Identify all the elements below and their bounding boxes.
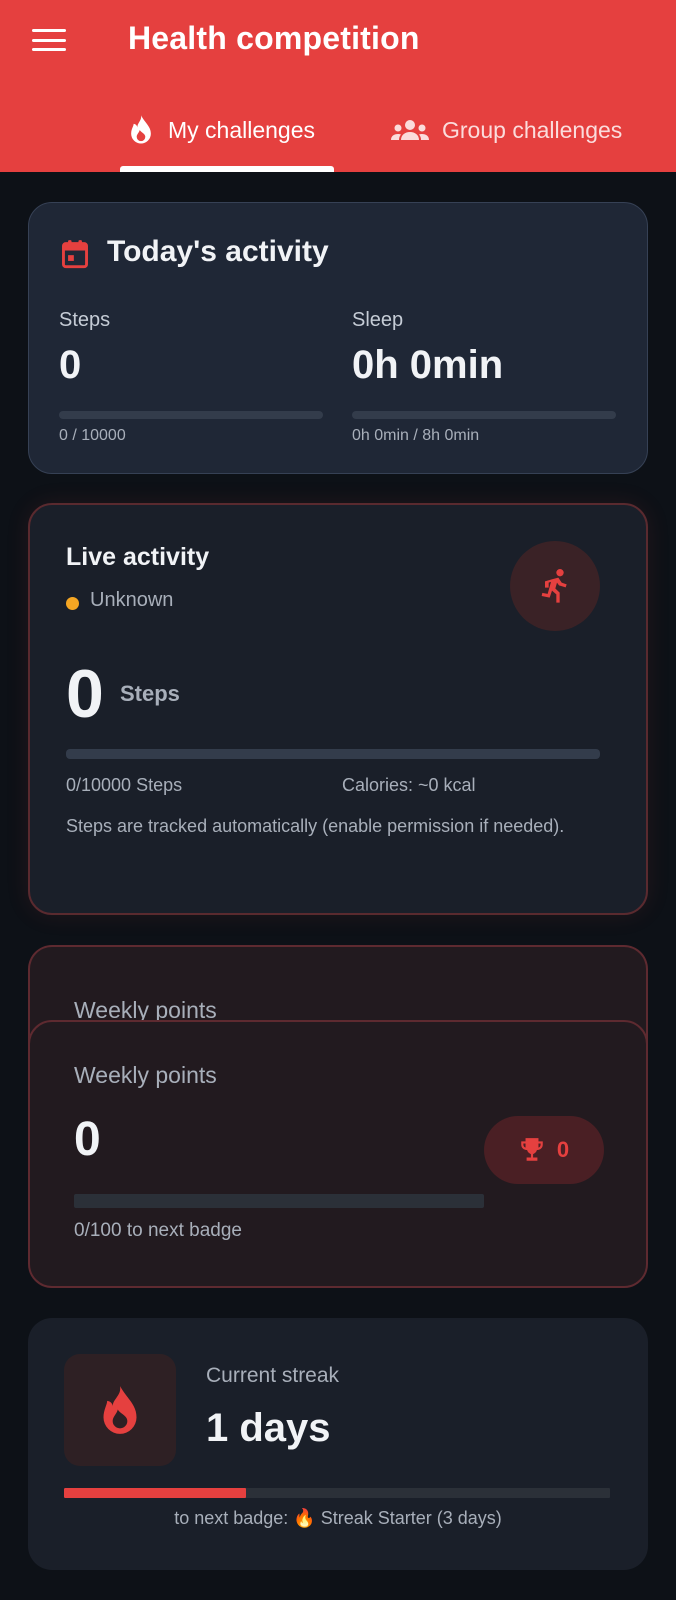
card-title: Live activity xyxy=(66,543,210,571)
live-steps-unit: Steps xyxy=(120,681,180,706)
trophy-badge: 0 xyxy=(484,1116,604,1184)
steps-progress-text: 0 / 10000 xyxy=(59,427,126,444)
active-tab-indicator xyxy=(120,166,334,172)
steps-label: Steps xyxy=(59,309,111,331)
tab-group-challenges[interactable]: Group challenges xyxy=(390,108,622,152)
steps-progress-bar xyxy=(59,411,323,419)
run-icon-badge xyxy=(510,541,600,631)
streak-progress-fill xyxy=(64,1488,246,1498)
sleep-progress-bar xyxy=(352,411,616,419)
tab-my-challenges[interactable]: My challenges xyxy=(126,108,315,152)
page-title: Health competition xyxy=(128,20,420,56)
calories-text: Calories: ~0 kcal xyxy=(342,775,476,795)
running-icon xyxy=(541,569,567,603)
next-badge-text: 0/100 to next badge xyxy=(74,1220,242,1241)
live-steps-value: 0 xyxy=(66,656,104,732)
live-steps-progress: 0/10000 Steps xyxy=(66,775,183,795)
status-text: Unknown xyxy=(90,589,174,611)
steps-value: 0 xyxy=(59,343,82,387)
streak-next-badge: to next badge: 🔥 Streak Starter (3 days) xyxy=(174,1508,502,1528)
weekly-points-card: Weekly points 0 0 0/100 to next badge xyxy=(28,1020,648,1288)
trophy-icon xyxy=(521,1138,543,1161)
weekly-progress-bar xyxy=(74,1194,484,1208)
live-progress-bar xyxy=(66,749,600,759)
sleep-value: 0h 0min xyxy=(352,343,504,387)
live-activity-card: Live activity Unknown 0 Steps 0/10000 St… xyxy=(28,503,648,915)
app-header: Health competition My challenges Group c… xyxy=(0,0,676,172)
tab-label: Group challenges xyxy=(442,116,623,143)
card-title: Today's activity xyxy=(107,235,329,268)
sleep-progress-text: 0h 0min / 8h 0min xyxy=(352,427,480,444)
streak-value: 1 days xyxy=(206,1406,331,1450)
menu-icon[interactable] xyxy=(30,24,68,56)
weekly-label: Weekly points xyxy=(74,1062,217,1088)
calendar-icon xyxy=(62,240,88,269)
tab-label: My challenges xyxy=(168,116,316,143)
streak-progress-bar xyxy=(64,1488,610,1498)
streak-card: Current streak 1 days to next badge: 🔥 S… xyxy=(28,1318,648,1570)
streak-label: Current streak xyxy=(206,1364,340,1387)
tracking-note: Steps are tracked automatically (enable … xyxy=(66,816,565,836)
group-icon xyxy=(391,120,429,140)
weekly-points-value: 0 xyxy=(74,1113,101,1166)
todays-activity-card: Today's activity Steps 0 0 / 10000 Sleep… xyxy=(28,202,648,474)
flame-icon xyxy=(103,1386,137,1434)
sleep-label: Sleep xyxy=(352,309,404,331)
status-dot xyxy=(66,597,79,610)
flame-icon xyxy=(131,115,151,144)
badge-count: 0 xyxy=(556,1137,570,1162)
streak-icon-tile xyxy=(64,1354,176,1466)
